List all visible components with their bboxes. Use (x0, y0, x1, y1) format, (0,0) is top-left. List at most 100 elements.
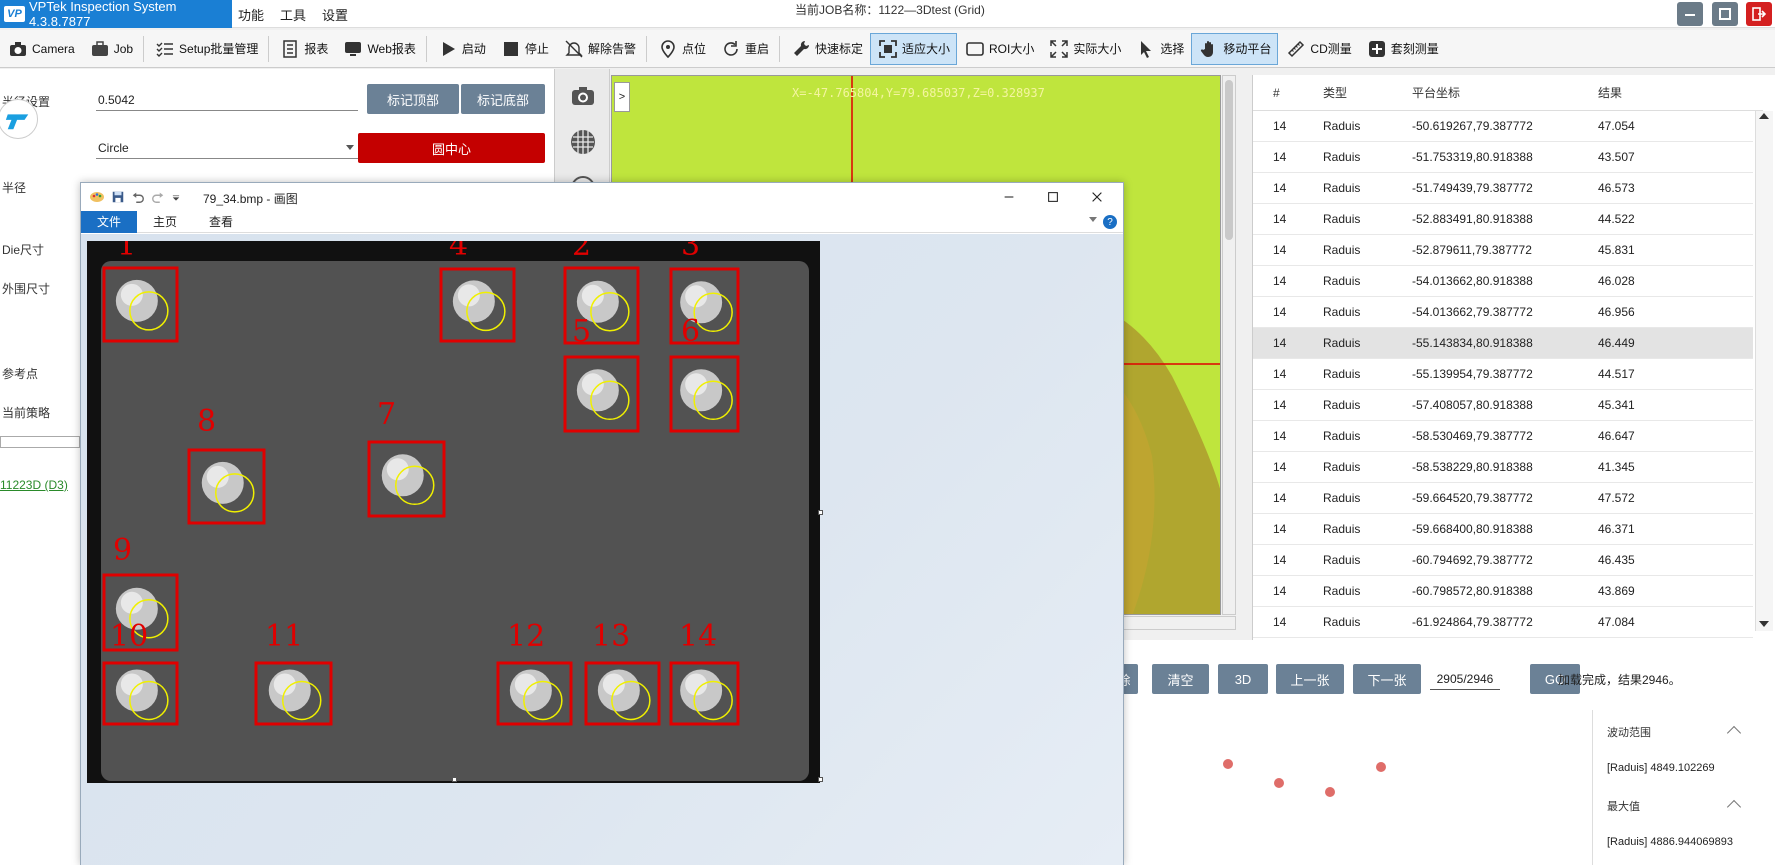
menu-item-settings[interactable]: 设置 (322, 5, 348, 24)
table-row[interactable]: 14 Raduis -59.664520,79.387772 47.572 (1253, 483, 1753, 514)
camera-vertical-scrollbar[interactable] (1222, 75, 1236, 615)
prev-image-button[interactable]: 上一张 (1276, 664, 1344, 694)
circle-center-button[interactable]: 圆中心 (358, 133, 545, 163)
tab-view[interactable]: 查看 (193, 211, 249, 233)
menu-item-function[interactable]: 功能 (238, 5, 264, 24)
tab-home[interactable]: 主页 (137, 211, 193, 233)
cell-coord: -55.139954,79.387772 (1412, 367, 1533, 381)
table-row[interactable]: 14 Raduis -60.794692,79.387772 46.435 (1253, 545, 1753, 576)
table-row[interactable]: 14 Raduis -54.013662,79.387772 46.956 (1253, 297, 1753, 328)
cell-coord: -54.013662,80.918388 (1412, 274, 1533, 288)
table-row[interactable]: 14 Raduis -55.143834,80.918388 46.449 (1253, 328, 1753, 359)
app-title-block: VP VPTek Inspection System 4.3.8.7877 (0, 0, 232, 29)
toolbar-button-7[interactable]: 解除告警 (556, 33, 643, 65)
monitor-icon (342, 38, 364, 60)
toolbar-button-8[interactable]: 点位 (650, 33, 713, 65)
toolbar-button-9[interactable]: 重启 (713, 33, 776, 65)
toolbar-button-17[interactable]: 套刻测量 (1359, 33, 1446, 65)
cell-coord: -58.530469,79.387772 (1412, 429, 1533, 443)
cell-type: Raduis (1323, 119, 1361, 133)
expand-panel-button[interactable]: > (614, 82, 630, 112)
cell-type: Raduis (1323, 181, 1361, 195)
minimize-button[interactable] (1677, 2, 1703, 26)
customize-toolbar-icon[interactable] (171, 190, 181, 204)
toolbar-button-4[interactable]: Web报表 (335, 33, 422, 65)
page-input[interactable]: 2905/2946 (1430, 668, 1500, 690)
tab-file[interactable]: 文件 (81, 210, 138, 233)
chevron-up-icon[interactable] (1726, 799, 1742, 815)
maximize-button[interactable] (1712, 2, 1738, 26)
job-link[interactable]: 11223D (D3) (0, 478, 68, 492)
toolbar-button-label: 实际大小 (1073, 42, 1122, 56)
resize-handle[interactable] (452, 777, 457, 782)
table-row[interactable]: 14 Raduis -52.883491,80.918388 44.522 (1253, 204, 1753, 235)
chart-point (1223, 759, 1233, 769)
toolbar-button-14[interactable]: 选择 (1128, 33, 1191, 65)
cell-coord: -52.883491,80.918388 (1412, 212, 1533, 226)
toolbar-button-label: 解除告警 (587, 42, 636, 56)
toolbar-button-16[interactable]: CD测量 (1278, 33, 1358, 65)
toolbar-button-12[interactable]: ROI大小 (957, 33, 1041, 65)
toolbar-button-5[interactable]: 启动 (430, 33, 493, 65)
toolbar-button-label: 移动平台 (1223, 42, 1272, 56)
table-row[interactable]: 14 Raduis -57.408057,80.918388 45.341 (1253, 390, 1753, 421)
grid-toggle-button[interactable] (564, 123, 602, 161)
toolbar-button-1[interactable]: Job (82, 33, 140, 65)
scroll-down-icon[interactable] (1759, 621, 1769, 627)
strategy-field[interactable] (0, 436, 80, 448)
next-image-button[interactable]: 下一张 (1353, 664, 1421, 694)
toolbar-button-3[interactable]: 报表 (272, 33, 335, 65)
clear-button[interactable]: 清空 (1152, 664, 1209, 694)
resize-handle[interactable] (818, 777, 823, 782)
table-row[interactable]: 14 Raduis -52.879611,79.387772 45.831 (1253, 235, 1753, 266)
table-row[interactable]: 14 Raduis -58.530469,79.387772 46.647 (1253, 421, 1753, 452)
cell-coord: -52.879611,79.387772 (1412, 243, 1532, 257)
radius-value-input[interactable]: 0.5042 (96, 89, 358, 111)
toolbar-button-13[interactable]: 实际大小 (1041, 33, 1128, 65)
toolbar-button-0[interactable]: Camera (0, 33, 82, 65)
briefcase-icon (89, 38, 111, 60)
chevron-up-icon[interactable] (1726, 725, 1742, 741)
menu-bar: 功能 工具 设置 (238, 0, 348, 28)
toolbar-button-15[interactable]: 移动平台 (1191, 32, 1279, 65)
table-row[interactable]: 14 Raduis -55.139954,79.387772 44.517 (1253, 359, 1753, 390)
3d-button[interactable]: 3D (1218, 664, 1268, 694)
mark-top-button[interactable]: 标记顶部 (367, 84, 459, 114)
table-row[interactable]: 14 Raduis -54.013662,80.918388 46.028 (1253, 266, 1753, 297)
cell-coord: -59.668400,80.918388 (1412, 522, 1533, 536)
shape-select[interactable]: Circle (96, 137, 358, 159)
toolbar-button-label: 报表 (304, 42, 329, 56)
report-icon (279, 38, 301, 60)
table-row[interactable]: 14 Raduis -50.619267,79.387772 47.054 (1253, 111, 1753, 142)
help-icon[interactable]: ? (1103, 215, 1117, 229)
save-icon[interactable] (111, 190, 125, 204)
snapshot-button[interactable] (564, 77, 602, 115)
marker-label: 5 (572, 314, 591, 349)
toolbar-button-6[interactable]: 停止 (493, 33, 556, 65)
table-row[interactable]: 14 Raduis -61.924864,79.387772 47.084 (1253, 607, 1753, 638)
toolbar-button-10[interactable]: 快速标定 (783, 33, 870, 65)
table-row[interactable]: 14 Raduis -51.753319,80.918388 43.507 (1253, 142, 1753, 173)
inspection-image[interactable]: 1 4 2 3 5 6 8 7 9 10 11 12 13 14 (87, 234, 820, 783)
paint-close-button[interactable] (1087, 187, 1107, 207)
undo-icon[interactable] (131, 190, 145, 204)
redo-icon[interactable] (151, 190, 165, 204)
table-row[interactable]: 14 Raduis -60.798572,80.918388 43.869 (1253, 576, 1753, 607)
toolbar-button-2[interactable]: Setup批量管理 (147, 33, 265, 65)
scroll-up-icon[interactable] (1759, 113, 1769, 119)
table-row[interactable]: 14 Raduis -58.538229,80.918388 41.345 (1253, 452, 1753, 483)
mark-bottom-button[interactable]: 标记底部 (461, 84, 545, 114)
title-bar: VP VPTek Inspection System 4.3.8.7877 功能… (0, 0, 1775, 29)
table-row[interactable]: 14 Raduis -59.668400,80.918388 46.371 (1253, 514, 1753, 545)
exit-button[interactable] (1746, 2, 1772, 26)
cell-result: 46.435 (1598, 553, 1635, 567)
resize-handle[interactable] (818, 510, 823, 515)
scroll-thumb[interactable] (1225, 80, 1233, 240)
paint-minimize-button[interactable] (999, 187, 1019, 207)
toolbar-button-11[interactable]: 适应大小 (870, 32, 958, 65)
menu-item-tools[interactable]: 工具 (280, 5, 306, 24)
table-row[interactable]: 14 Raduis -51.749439,79.387772 46.573 (1253, 173, 1753, 204)
chevron-down-icon[interactable] (1089, 217, 1097, 222)
paint-maximize-button[interactable] (1043, 187, 1063, 207)
results-scrollbar[interactable] (1755, 111, 1773, 631)
